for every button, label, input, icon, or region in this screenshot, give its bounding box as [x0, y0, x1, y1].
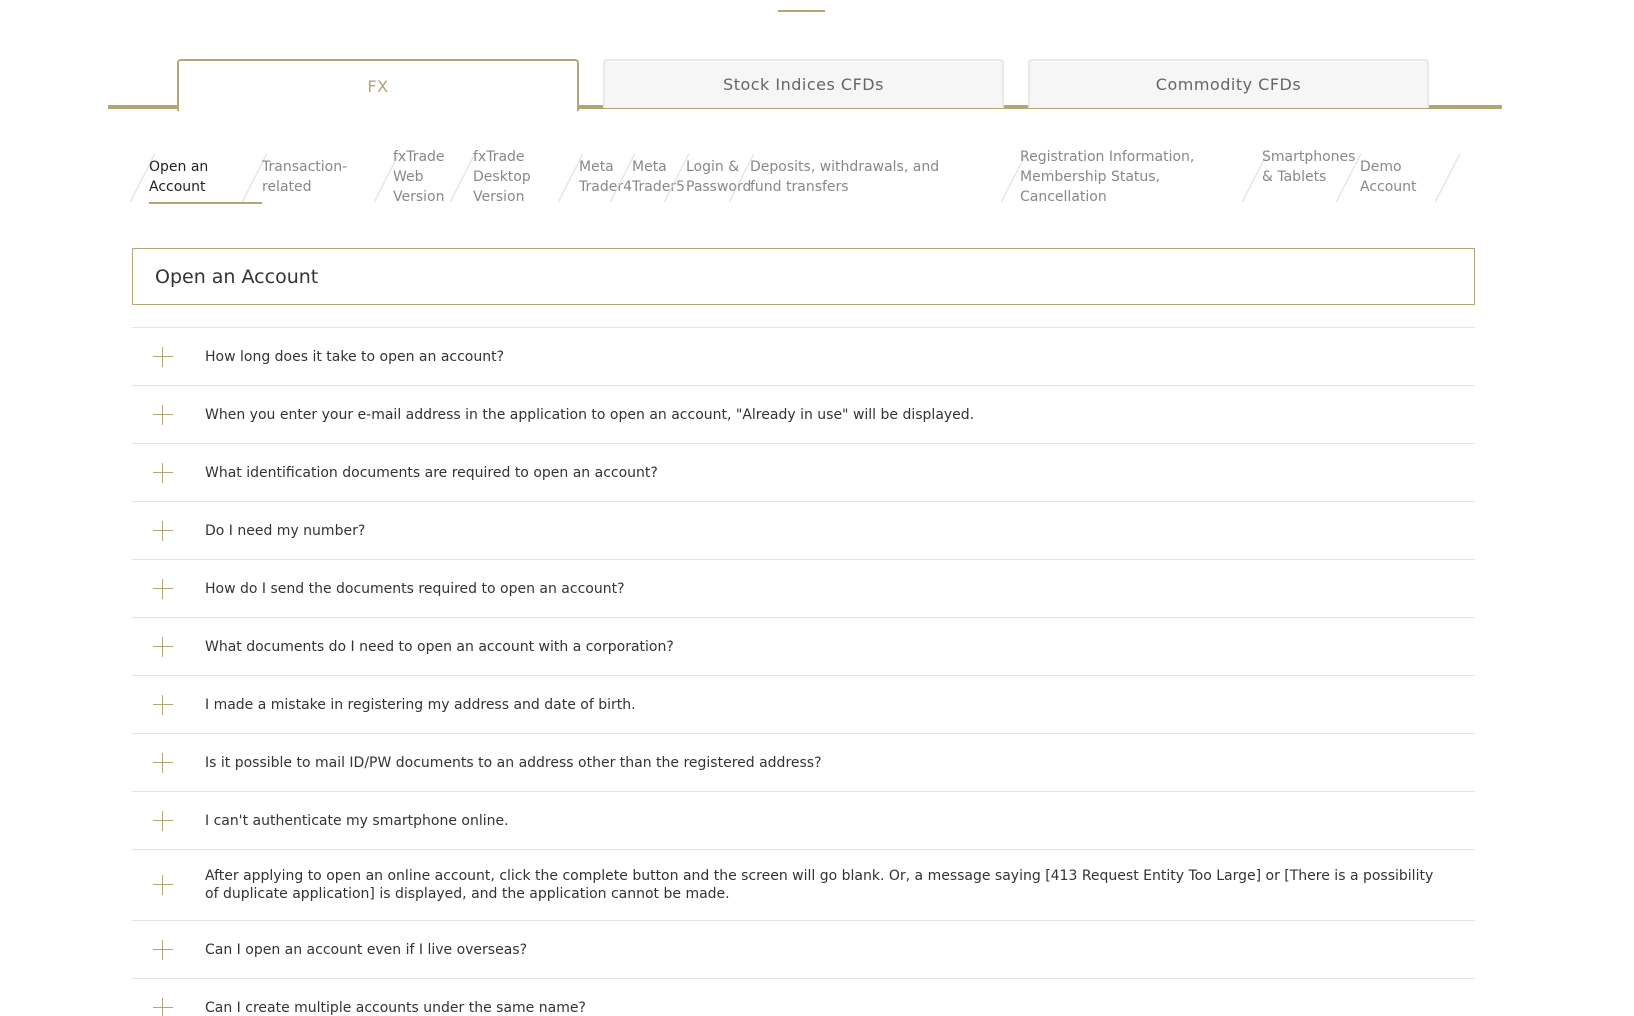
tab-stock-indices-cfds[interactable]: Stock Indices CFDs [603, 59, 1004, 108]
faq-item[interactable]: How long does it take to open an account… [132, 327, 1475, 385]
faq-question: What documents do I need to open an acco… [205, 638, 674, 655]
faq-item[interactable]: I made a mistake in registering my addre… [132, 675, 1475, 733]
faq-question: I made a mistake in registering my addre… [205, 696, 636, 713]
category-open-account[interactable]: Open an Account [149, 157, 244, 197]
faq-question: How do I send the documents required to … [205, 580, 625, 597]
plus-icon [153, 578, 173, 599]
plus-icon [153, 404, 173, 425]
active-category-underline [149, 202, 262, 204]
category-transaction-related[interactable]: Transaction-related [262, 157, 357, 197]
faq-item[interactable]: What documents do I need to open an acco… [132, 617, 1475, 675]
faq-question: Can I open an account even if I live ove… [205, 941, 528, 958]
plus-icon [153, 939, 173, 960]
faq-item[interactable]: Can I create multiple accounts under the… [132, 978, 1475, 1016]
faq-item[interactable]: I can't authenticate my smartphone onlin… [132, 791, 1475, 849]
faq-question: What identification documents are requir… [205, 464, 658, 481]
faq-item[interactable]: Can I open an account even if I live ove… [132, 920, 1475, 978]
plus-icon [153, 875, 173, 895]
section-title: Open an Account [132, 248, 1475, 305]
faq-item[interactable]: How do I send the documents required to … [132, 559, 1475, 617]
faq-question: I can't authenticate my smartphone onlin… [205, 812, 509, 829]
category-smartphones-tablets[interactable]: Smartphones & Tablets [1262, 147, 1358, 187]
divider-slash [1434, 153, 1461, 203]
faq-question: Is it possible to mail ID/PW documents t… [205, 754, 822, 771]
divider-slash [449, 153, 476, 203]
faq-question: How long does it take to open an account… [205, 348, 505, 365]
category-deposits-withdrawals[interactable]: Deposits, withdrawals, and fund transfer… [750, 157, 975, 197]
faq-question: Do I need my number? [205, 522, 366, 539]
tab-fx[interactable]: FX [177, 59, 579, 111]
faq-item[interactable]: What identification documents are requir… [132, 443, 1475, 501]
top-accent-bar [778, 10, 825, 12]
plus-icon [153, 997, 173, 1016]
plus-icon [153, 694, 173, 715]
plus-icon [153, 752, 173, 773]
plus-icon [153, 810, 173, 831]
plus-icon [153, 346, 173, 367]
faq-item[interactable]: When you enter your e-mail address in th… [132, 385, 1475, 443]
faq-question: Can I create multiple accounts under the… [205, 999, 586, 1016]
category-demo-account[interactable]: Demo Account [1360, 157, 1435, 197]
category-fxtrade-desktop[interactable]: fxTrade Desktop Version [473, 147, 543, 207]
tab-commodity-cfds[interactable]: Commodity CFDs [1028, 59, 1429, 108]
faq-item[interactable]: Do I need my number? [132, 501, 1475, 559]
faq-question: After applying to open an online account… [205, 868, 1434, 902]
category-fxtrade-web[interactable]: fxTrade Web Version [393, 147, 453, 207]
plus-icon [153, 520, 173, 541]
faq-item[interactable]: Is it possible to mail ID/PW documents t… [132, 733, 1475, 791]
faq-page: FX Stock Indices CFDs Commodity CFDs Ope… [0, 0, 1634, 1016]
faq-list: How long does it take to open an account… [132, 327, 1475, 1016]
plus-icon [153, 636, 173, 657]
category-registration-info[interactable]: Registration Information, Membership Sta… [1020, 147, 1210, 207]
plus-icon [153, 462, 173, 483]
faq-question: When you enter your e-mail address in th… [205, 406, 975, 423]
faq-item[interactable]: After applying to open an online account… [132, 849, 1475, 920]
